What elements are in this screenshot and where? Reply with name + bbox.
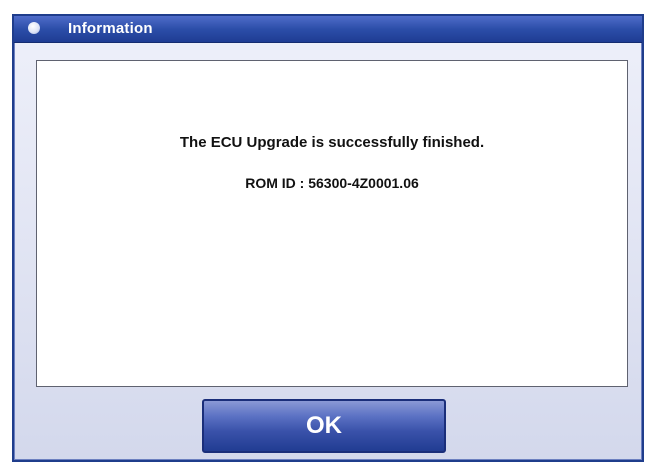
information-dialog: Information The ECU Upgrade is successfu… [12,14,644,462]
ok-button[interactable]: OK [202,399,446,453]
info-bullet-icon [28,22,40,34]
rom-id-text: ROM ID : 56300-4Z0001.06 [245,175,419,191]
success-message: The ECU Upgrade is successfully finished… [179,134,485,151]
dialog-titlebar[interactable]: Information [14,16,642,43]
message-panel: The ECU Upgrade is successfully finished… [36,60,628,387]
dialog-title: Information [68,20,153,37]
